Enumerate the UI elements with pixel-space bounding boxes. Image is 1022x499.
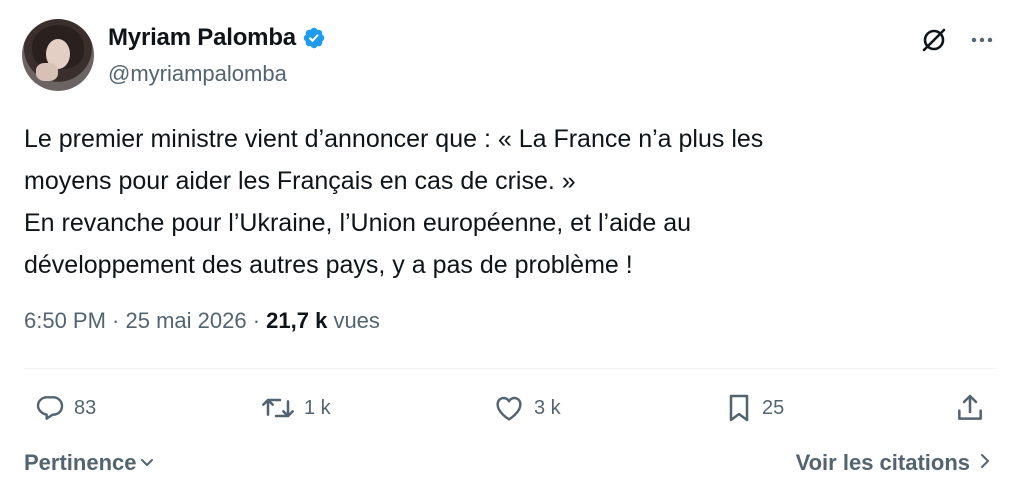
repost-button[interactable]: 1 k [260,392,331,424]
bookmark-count: 25 [762,396,785,419]
reply-count: 83 [74,396,97,419]
avatar[interactable] [22,19,94,91]
divider [24,368,996,369]
meta-separator: · [105,308,126,333]
like-count: 3 k [534,396,561,419]
sort-label: Pertinence [24,450,137,475]
views-label: vues [327,308,380,333]
views-count: 21,7 k [266,308,328,333]
view-quotes-link[interactable]: Voir les citations [796,450,992,476]
tweet-actions: 83 1 k 3 k 25 [24,392,998,428]
author-handle[interactable]: @myriampalomba [108,61,287,87]
bookmark-icon [724,392,754,424]
tweet-top-actions [920,26,996,54]
share-icon [954,392,986,424]
grok-icon[interactable] [920,26,948,54]
author-name[interactable]: Myriam Palomba [108,24,296,52]
verified-badge-icon [302,26,326,50]
sort-dropdown[interactable]: Pertinence [24,450,155,476]
quotes-label: Voir les citations [795,450,970,475]
share-button[interactable] [954,392,986,424]
like-button[interactable]: 3 k [492,392,561,424]
avatar-hand [36,63,58,81]
more-icon[interactable] [968,26,996,54]
chevron-right-icon [978,450,992,476]
meta-separator: · [246,308,267,333]
repost-count: 1 k [304,396,331,419]
tweet-time[interactable]: 6:50 PM [24,308,106,334]
bookmark-button[interactable]: 25 [724,392,784,424]
reply-button[interactable]: 83 [34,392,96,424]
replies-bar: Pertinence Voir les citations [24,450,992,480]
tweet-date[interactable]: 25 mai 2026 [126,308,247,334]
repost-icon [260,392,296,424]
tweet-text: Le premier ministre vient d’annoncer que… [24,125,764,279]
tweet-meta: 6:50 PM · 25 mai 2026 · 21,7 k vues [24,308,380,334]
like-icon [492,392,526,424]
chevron-down-icon [139,450,155,476]
author-name-row: Myriam Palomba [108,24,326,52]
reply-icon [34,392,66,424]
